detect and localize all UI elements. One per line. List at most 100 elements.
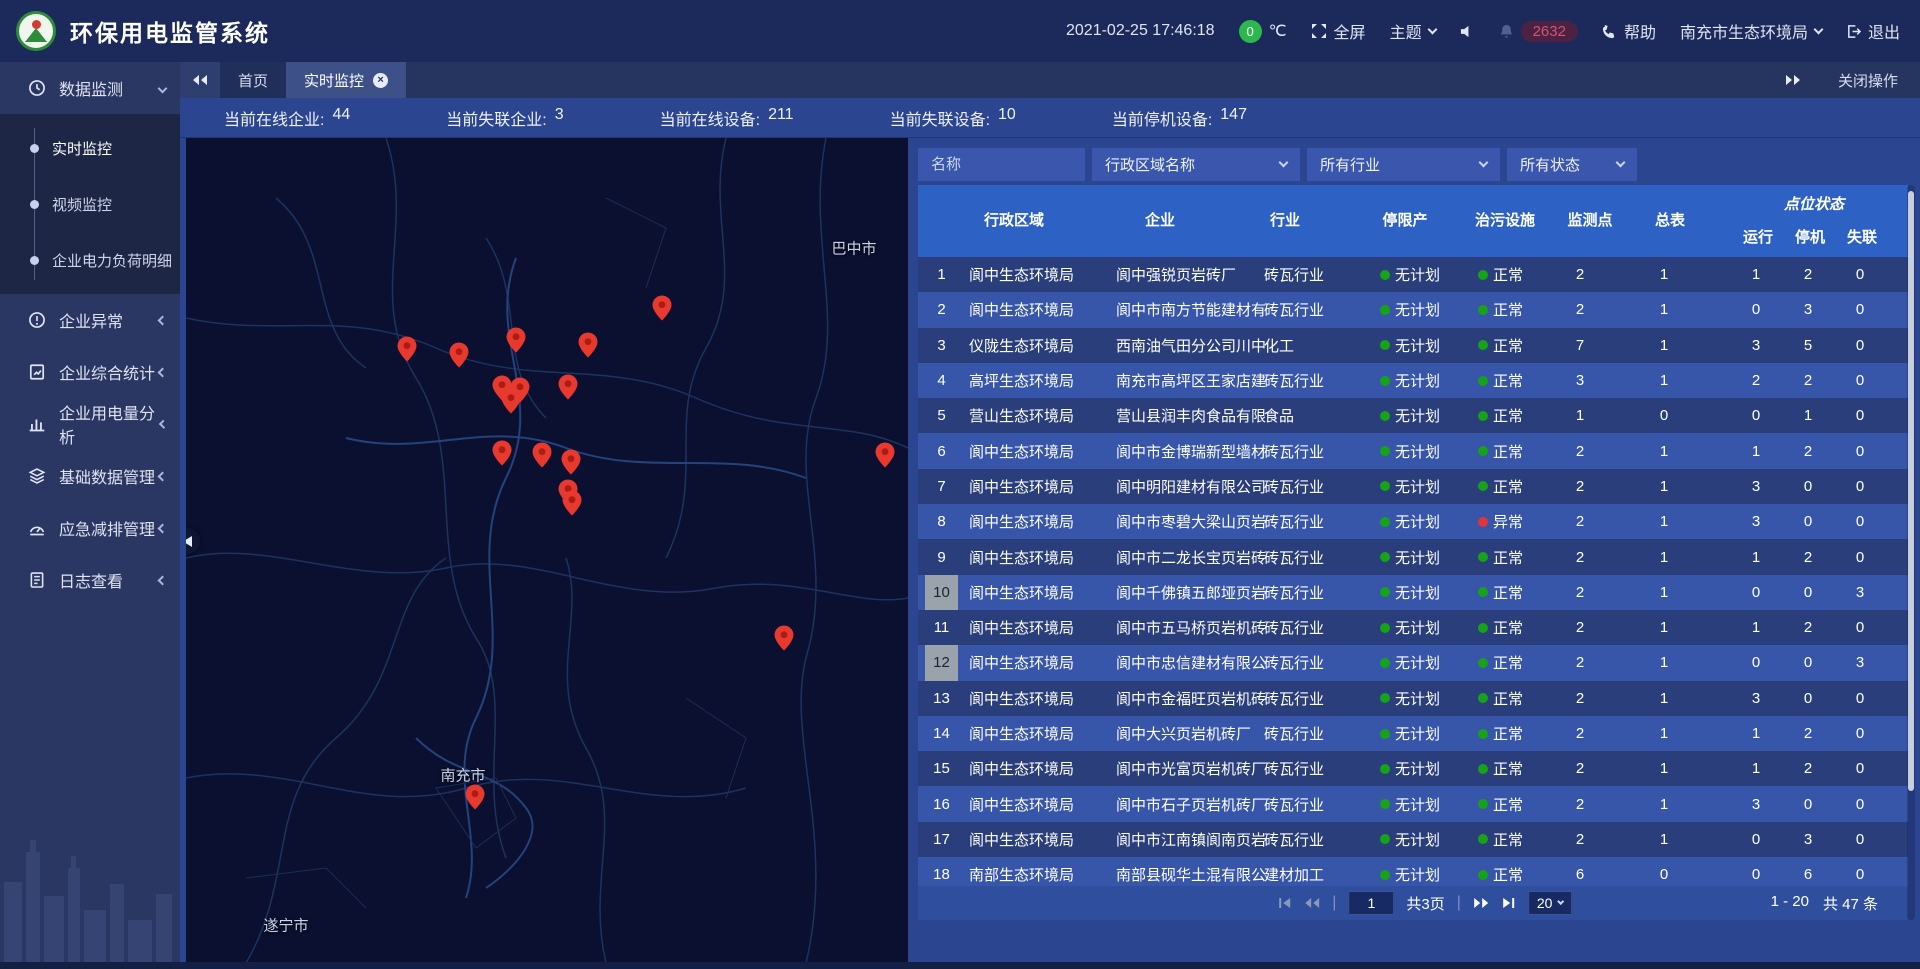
table-row[interactable]: 16阆中生态环境局阆中市石子页岩机砖厂砖瓦行业无计划正常21300 [918,786,1908,821]
table-row[interactable]: 14阆中生态环境局阆中大兴页岩机砖厂砖瓦行业无计划正常21120 [918,716,1908,751]
map-location-pin-icon[interactable] [398,337,417,362]
next-page-button[interactable] [1473,897,1489,909]
alert-icon [28,311,46,329]
table-row[interactable]: 11阆中生态环境局阆中市五马桥页岩机砖砖瓦行业无计划正常21120 [918,610,1908,645]
map-location-pin-icon[interactable] [502,389,521,414]
cell-meters: 1 [1660,681,1668,716]
cell-plan: 无计划 [1380,433,1440,468]
table-row[interactable]: 12阆中生态环境局阆中市忠信建材有限公砖瓦行业无计划正常21003 [918,645,1908,680]
region-select[interactable]: 行政区域名称 [1092,148,1300,181]
sidebar-item-企业综合统计[interactable]: 企业综合统计 [0,346,180,398]
table-row[interactable]: 4高坪生态环境局南充市高坪区王家店建砖瓦行业无计划正常31220 [918,363,1908,398]
cell-industry: 砖瓦行业 [1264,539,1324,574]
map-location-pin-icon[interactable] [559,375,578,400]
status-select[interactable]: 所有状态 [1507,148,1637,181]
cell-points: 2 [1576,504,1584,539]
tab-close-icon[interactable]: × [373,73,388,88]
table-row[interactable]: 1阆中生态环境局阆中强锐页岩砖厂砖瓦行业无计划正常21120 [918,257,1908,292]
tab-首页[interactable]: 首页 [220,62,286,98]
cell-company: 阆中市忠信建材有限公 [1116,645,1266,680]
cell-stop: 2 [1804,751,1812,786]
row-number: 11 [925,610,958,645]
cell-facility: 正常 [1478,681,1523,716]
map-location-pin-icon[interactable] [533,443,552,468]
cell-company: 阆中市枣碧大梁山页岩 [1116,504,1266,539]
name-search-input[interactable] [918,148,1085,181]
last-page-button[interactable] [1501,897,1516,909]
sidebar-item-企业用电量分析[interactable]: 企业用电量分析 [0,398,180,450]
sidebar-item-数据监测[interactable]: 数据监测 [0,62,180,114]
mute-button[interactable] [1460,24,1475,39]
cell-plan: 无计划 [1380,328,1440,363]
cell-industry: 砖瓦行业 [1264,504,1324,539]
fullscreen-button[interactable]: 全屏 [1311,19,1366,43]
cell-facility: 正常 [1478,716,1523,751]
prev-page-button[interactable] [1304,897,1320,909]
double-arrow-right-icon [1785,74,1801,86]
cell-meters: 1 [1660,610,1668,645]
map-location-pin-icon[interactable] [450,343,469,368]
tabs-scroll-right-button[interactable] [1770,62,1816,98]
cell-points: 2 [1576,751,1584,786]
sidebar-item-应急减排管理[interactable]: 应急减排管理 [0,502,180,554]
cell-company: 阆中市江南镇阆南页岩 [1116,822,1266,857]
table-row[interactable]: 6阆中生态环境局阆中市金博瑞新型墙材砖瓦行业无计划正常21120 [918,433,1908,468]
cell-plan: 无计划 [1380,822,1440,857]
table-row[interactable]: 3仪陇生态环境局西南油气田分公司川中化工无计划正常71350 [918,328,1908,363]
cell-points: 2 [1576,469,1584,504]
map-location-pin-icon[interactable] [563,491,582,516]
map-location-pin-icon[interactable] [562,450,581,475]
table-row[interactable]: 7阆中生态环境局阆中明阳建材有限公司砖瓦行业无计划正常21300 [918,469,1908,504]
sidebar-item-企业异常[interactable]: 企业异常 [0,294,180,346]
industry-select[interactable]: 所有行业 [1307,148,1500,181]
table-row[interactable]: 17阆中生态环境局阆中市江南镇阆南页岩砖瓦行业无计划正常21030 [918,822,1908,857]
cell-company: 阆中市五马桥页岩机砖 [1116,610,1266,645]
org-menu-button[interactable]: 南充市生态环境局 [1680,19,1822,43]
table-row[interactable]: 18南部生态环境局南部县砚华土混有限公建材加工无计划正常60060 [918,857,1908,886]
row-number: 7 [925,469,958,504]
table-row[interactable]: 2阆中生态环境局阆中市南方节能建材有砖瓦行业无计划正常21030 [918,292,1908,327]
cell-lost: 0 [1856,504,1864,539]
map-location-pin-icon[interactable] [579,333,598,358]
page-size-select[interactable]: 20 [1528,891,1573,915]
cell-lost: 0 [1856,363,1864,398]
sidebar-subitem-实时监控[interactable]: 实时监控 [0,120,180,176]
sidebar-subitem-企业电力负荷明细[interactable]: 企业电力负荷明细 [0,232,180,288]
cell-plan: 无计划 [1380,681,1440,716]
map-panel[interactable]: 巴中市南充市遂宁市 [186,138,908,963]
table-row[interactable]: 8阆中生态环境局阆中市枣碧大梁山页岩砖瓦行业无计划异常21300 [918,504,1908,539]
cell-points: 7 [1576,328,1584,363]
cell-company: 南充市高坪区王家店建 [1116,363,1266,398]
map-location-pin-icon[interactable] [775,626,794,651]
cell-stop: 5 [1804,328,1812,363]
close-operations-button[interactable]: 关闭操作 [1816,62,1920,98]
table-row[interactable]: 5营山生态环境局营山县润丰肉食品有限食品无计划正常10010 [918,398,1908,433]
sidebar-item-日志查看[interactable]: 日志查看 [0,554,180,606]
tab-实时监控[interactable]: 实时监控× [286,62,406,98]
cell-region: 仪陇生态环境局 [969,328,1074,363]
first-page-button[interactable] [1277,897,1292,909]
map-location-pin-icon[interactable] [466,785,485,810]
notifications-button[interactable]: 2632 [1499,21,1578,42]
sidebar-item-基础数据管理[interactable]: 基础数据管理 [0,450,180,502]
cell-plan: 无计划 [1380,645,1440,680]
cell-region: 阆中生态环境局 [969,822,1074,857]
tabs-scroll-left-button[interactable] [180,62,220,98]
table-row[interactable]: 15阆中生态环境局阆中市光富页岩机砖厂砖瓦行业无计划正常21120 [918,751,1908,786]
theme-menu-button[interactable]: 主题 [1390,19,1436,43]
table-row[interactable]: 9阆中生态环境局阆中市二龙长宝页岩砖砖瓦行业无计划正常21120 [918,539,1908,574]
table-row[interactable]: 13阆中生态环境局阆中市金福旺页岩机砖砖瓦行业无计划正常21300 [918,681,1908,716]
help-button[interactable]: 帮助 [1602,19,1656,43]
table-scrollbar-thumb[interactable] [1908,191,1914,791]
map-location-pin-icon[interactable] [493,441,512,466]
status-dot-icon [1478,658,1488,668]
status-dot-icon [1478,376,1488,386]
map-location-pin-icon[interactable] [876,443,895,468]
map-location-pin-icon[interactable] [653,296,672,321]
sidebar-subitem-视频监控[interactable]: 视频监控 [0,176,180,232]
logout-button[interactable]: 退出 [1846,19,1900,43]
page-number-input[interactable] [1348,891,1394,915]
table-row[interactable]: 10阆中生态环境局阆中千佛镇五郎垭页岩砖瓦行业无计划正常21003 [918,575,1908,610]
status-dot-icon [1478,305,1488,315]
map-location-pin-icon[interactable] [507,328,526,353]
